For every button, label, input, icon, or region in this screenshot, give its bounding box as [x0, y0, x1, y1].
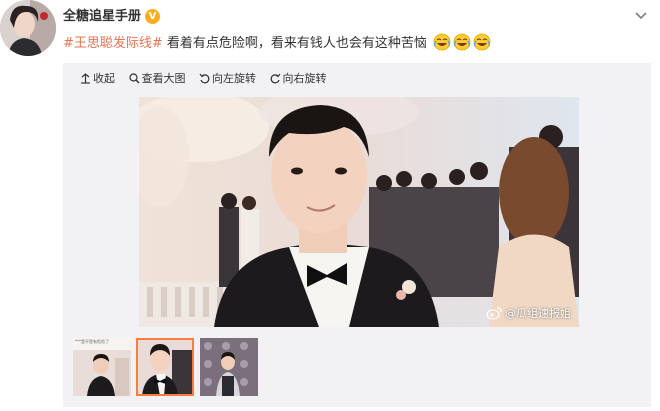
avatar[interactable]: [0, 0, 56, 56]
rotate-right-icon: [270, 73, 280, 83]
rotate-left-button[interactable]: 向左旋转: [199, 70, 256, 86]
collapse-label: 收起: [93, 72, 115, 85]
laugh-cry-emoji-icon: [433, 33, 451, 51]
search-icon: [128, 72, 139, 83]
thumbnail-caption: ***是不是有危险了: [75, 339, 109, 344]
rotate-right-label: 向右旋转: [282, 72, 327, 85]
weibo-logo-icon: [486, 307, 502, 320]
collapse-button[interactable]: 收起: [80, 70, 115, 86]
collapse-icon: [81, 72, 90, 84]
main-photo[interactable]: @瓜组速报姐: [139, 97, 579, 327]
laugh-cry-emoji-icon: [473, 33, 491, 51]
emoji-group: [431, 33, 491, 51]
chevron-down-icon[interactable]: [634, 8, 648, 22]
laugh-cry-emoji-icon: [453, 33, 471, 51]
rotate-left-icon: [199, 73, 210, 83]
photo-watermark: @瓜组速报姐: [486, 305, 571, 321]
thumbnail-2-selected[interactable]: [136, 338, 194, 396]
author-name-row: 全糖追星手册 V: [63, 5, 161, 24]
view-large-label: 查看大图: [141, 72, 186, 85]
thumbnail-3[interactable]: [200, 338, 258, 396]
image-toolbar: 收起 查看大图 向左旋转 向右旋转: [80, 70, 337, 88]
post-text: #王思聪发际线# 看着有点危险啊，看来有钱人也会有这种苦恼: [63, 33, 491, 53]
post-body: 看着有点危险啊，看来有钱人也会有这种苦恼: [162, 36, 427, 51]
rotate-left-label: 向左旋转: [212, 72, 256, 85]
watermark-text: @瓜组速报姐: [505, 307, 571, 320]
verified-badge-icon: V: [145, 9, 161, 24]
rotate-right-button[interactable]: 向右旋转: [270, 70, 327, 86]
topic-link[interactable]: #王思聪发际线#: [63, 36, 163, 51]
view-large-button[interactable]: 查看大图: [128, 70, 186, 86]
author-name[interactable]: 全糖追星手册: [63, 9, 141, 24]
thumbnail-1[interactable]: ***是不是有危险了: [73, 338, 131, 396]
